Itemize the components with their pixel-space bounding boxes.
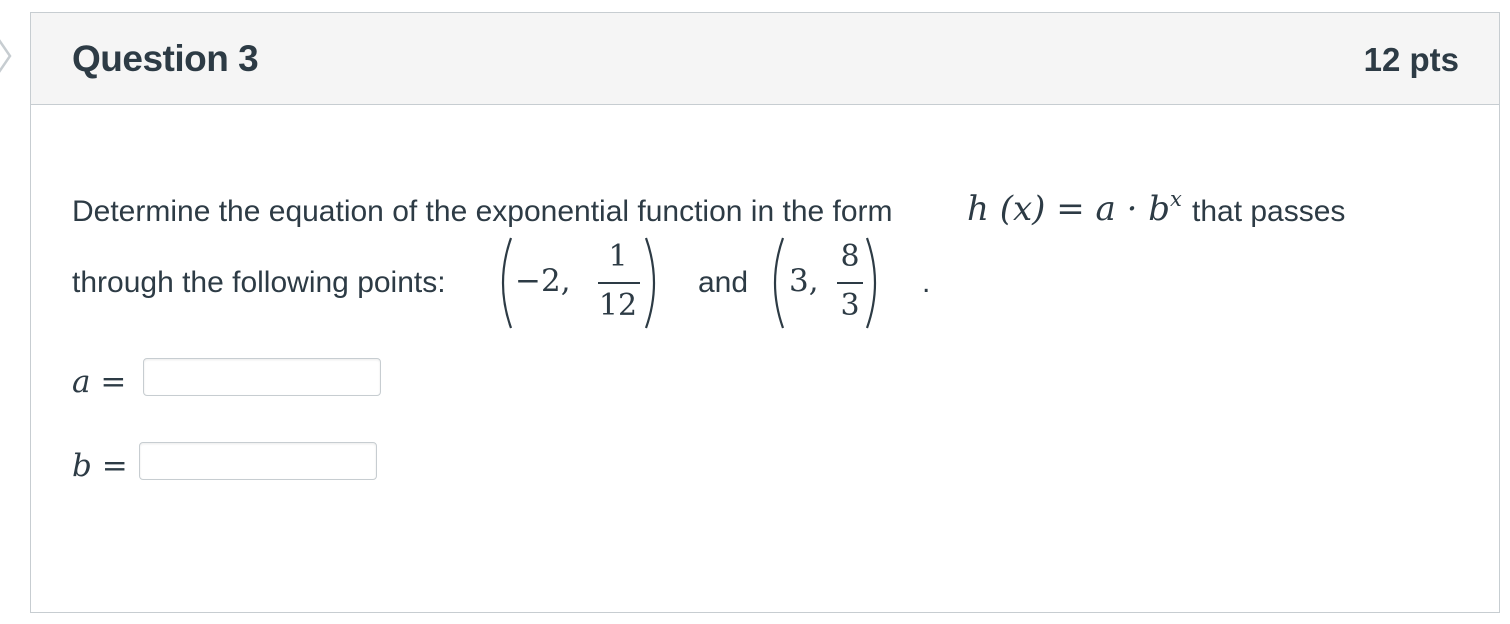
question-title: Question 3 xyxy=(72,38,259,79)
fraction-bar-1 xyxy=(598,282,640,284)
question-card: Question 3 12 pts Determine the equation… xyxy=(30,12,1500,613)
chevron-right-icon[interactable] xyxy=(0,36,14,76)
left-paren-2 xyxy=(773,237,785,329)
point-2-x: 3, xyxy=(789,263,819,299)
right-paren-2 xyxy=(865,237,877,329)
field-b-label: b = xyxy=(72,448,128,484)
field-a-label: a = xyxy=(72,364,127,400)
point-1-numerator: 1 xyxy=(608,239,628,274)
fraction-bar-2 xyxy=(837,282,863,284)
formula-exponent: x xyxy=(1169,187,1182,211)
end-period: . xyxy=(922,266,931,299)
question-points: 12 pts xyxy=(1363,41,1459,78)
point-1-denominator: 12 xyxy=(598,288,638,323)
answer-a-input[interactable] xyxy=(143,358,381,396)
question-header: Question 3 12 pts xyxy=(31,13,1499,105)
point-2-numerator: 8 xyxy=(840,239,860,274)
prompt-text-2: that passes xyxy=(1192,195,1346,228)
answer-b-input[interactable] xyxy=(139,442,377,480)
conjunction-and: and xyxy=(698,266,749,299)
formula-base: h (x) = a · b xyxy=(967,189,1170,229)
point-2-denominator: 3 xyxy=(840,288,860,323)
formula: h (x) = a · bx xyxy=(967,187,1182,229)
prompt-line-2: through the following points: xyxy=(72,266,446,299)
point-1-x: −2, xyxy=(515,263,571,299)
prompt-text-1: Determine the equation of the exponentia… xyxy=(72,195,893,228)
right-paren-1 xyxy=(644,237,656,329)
left-paren-1 xyxy=(501,237,513,329)
